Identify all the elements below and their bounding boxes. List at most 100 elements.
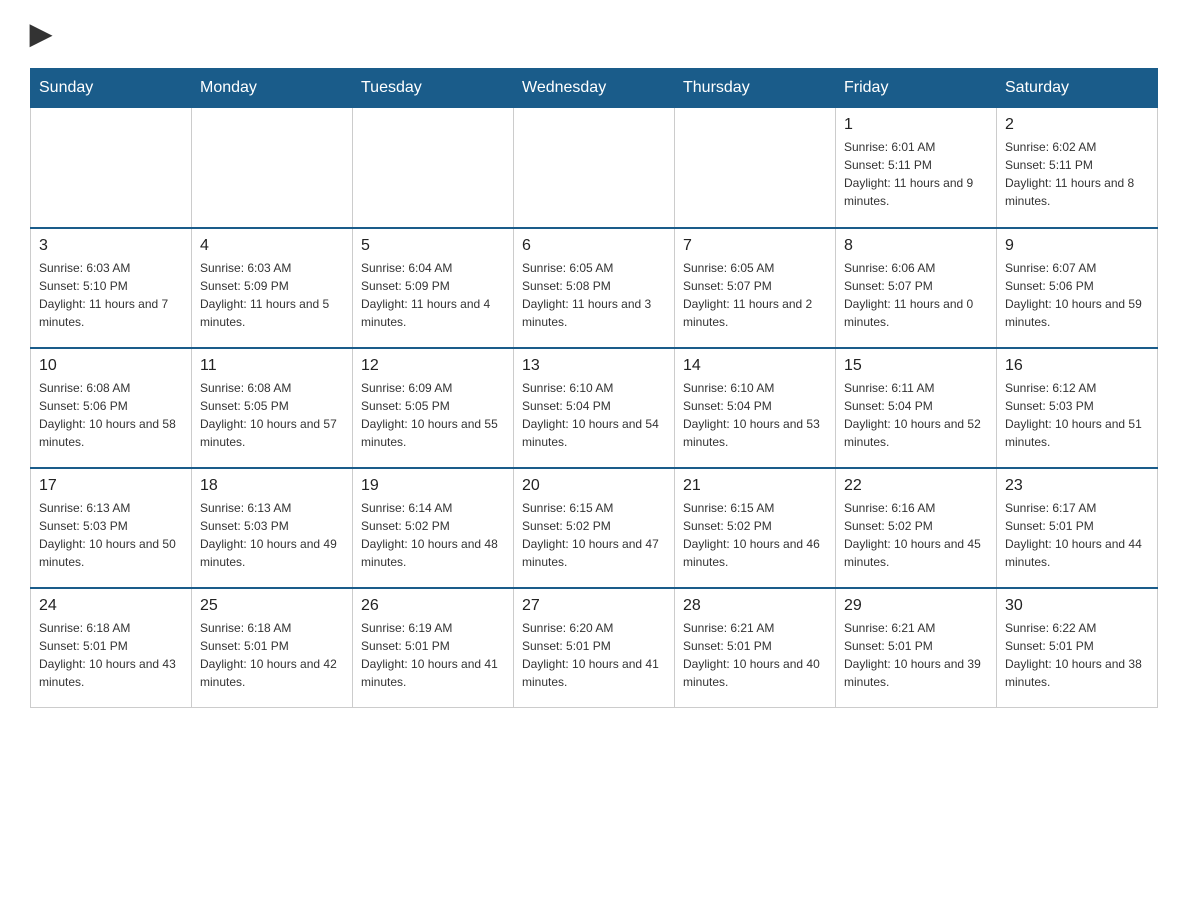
day-info: Sunrise: 6:19 AMSunset: 5:01 PMDaylight:…	[361, 619, 505, 691]
day-number: 25	[200, 597, 344, 615]
day-info: Sunrise: 6:16 AMSunset: 5:02 PMDaylight:…	[844, 499, 988, 571]
day-number: 12	[361, 357, 505, 375]
day-info: Sunrise: 6:10 AMSunset: 5:04 PMDaylight:…	[683, 379, 827, 451]
day-info: Sunrise: 6:09 AMSunset: 5:05 PMDaylight:…	[361, 379, 505, 451]
day-info: Sunrise: 6:21 AMSunset: 5:01 PMDaylight:…	[844, 619, 988, 691]
calendar-cell: 27Sunrise: 6:20 AMSunset: 5:01 PMDayligh…	[514, 588, 675, 708]
calendar-cell: 21Sunrise: 6:15 AMSunset: 5:02 PMDayligh…	[675, 468, 836, 588]
day-number: 23	[1005, 477, 1149, 495]
calendar-week-1: 1Sunrise: 6:01 AMSunset: 5:11 PMDaylight…	[31, 108, 1158, 228]
day-number: 6	[522, 237, 666, 255]
logo-general-text: ▶	[30, 20, 52, 48]
calendar-cell: 9 Sunrise: 6:07 AMSunset: 5:06 PMDaylight…	[997, 228, 1158, 348]
logo: ▶	[30, 20, 52, 48]
day-number: 28	[683, 597, 827, 615]
calendar-cell: 16 Sunrise: 6:12 AMSunset: 5:03 PMDayligh…	[997, 348, 1158, 468]
calendar-cell: 23Sunrise: 6:17 AMSunset: 5:01 PMDayligh…	[997, 468, 1158, 588]
day-number: 11	[200, 357, 344, 375]
calendar-cell	[675, 108, 836, 228]
day-info: Sunrise: 6:02 AMSunset: 5:11 PMDaylight:…	[1005, 138, 1149, 210]
day-number: 18	[200, 477, 344, 495]
day-number: 17	[39, 477, 183, 495]
calendar-week-2: 3 Sunrise: 6:03 AMSunset: 5:10 PMDaylight…	[31, 228, 1158, 348]
calendar-cell	[353, 108, 514, 228]
day-info: Sunrise: 6:05 AMSunset: 5:08 PMDaylight:…	[522, 259, 666, 331]
day-info: Sunrise: 6:06 AMSunset: 5:07 PMDaylight:…	[844, 259, 988, 331]
calendar-cell: 18 Sunrise: 6:13 AMSunset: 5:03 PMDayligh…	[192, 468, 353, 588]
calendar-cell: 28 Sunrise: 6:21 AMSunset: 5:01 PMDayligh…	[675, 588, 836, 708]
day-number: 4	[200, 237, 344, 255]
day-number: 5	[361, 237, 505, 255]
day-info: Sunrise: 6:11 AMSunset: 5:04 PMDaylight:…	[844, 379, 988, 451]
day-number: 27	[522, 597, 666, 615]
calendar-cell: 1Sunrise: 6:01 AMSunset: 5:11 PMDaylight…	[836, 108, 997, 228]
calendar-cell: 11 Sunrise: 6:08 AMSunset: 5:05 PMDayligh…	[192, 348, 353, 468]
day-number: 7	[683, 237, 827, 255]
header-tuesday: Tuesday	[353, 69, 514, 108]
header-monday: Monday	[192, 69, 353, 108]
day-number: 2	[1005, 116, 1149, 134]
calendar-cell: 24Sunrise: 6:18 AMSunset: 5:01 PMDayligh…	[31, 588, 192, 708]
day-number: 8	[844, 237, 988, 255]
header-wednesday: Wednesday	[514, 69, 675, 108]
day-info: Sunrise: 6:03 AMSunset: 5:10 PMDaylight:…	[39, 259, 183, 331]
calendar-week-4: 17 Sunrise: 6:13 AMSunset: 5:03 PMDayligh…	[31, 468, 1158, 588]
header-sunday: Sunday	[31, 69, 192, 108]
day-info: Sunrise: 6:08 AMSunset: 5:05 PMDaylight:…	[200, 379, 344, 451]
calendar-cell: 15 Sunrise: 6:11 AMSunset: 5:04 PMDayligh…	[836, 348, 997, 468]
calendar-cell: 14 Sunrise: 6:10 AMSunset: 5:04 PMDayligh…	[675, 348, 836, 468]
calendar-cell	[31, 108, 192, 228]
day-number: 24	[39, 597, 183, 615]
day-number: 19	[361, 477, 505, 495]
day-number: 21	[683, 477, 827, 495]
day-info: Sunrise: 6:10 AMSunset: 5:04 PMDaylight:…	[522, 379, 666, 451]
calendar-table: SundayMondayTuesdayWednesdayThursdayFrid…	[30, 68, 1158, 708]
calendar-cell: 19 Sunrise: 6:14 AMSunset: 5:02 PMDayligh…	[353, 468, 514, 588]
day-info: Sunrise: 6:03 AMSunset: 5:09 PMDaylight:…	[200, 259, 344, 331]
calendar-cell: 4 Sunrise: 6:03 AMSunset: 5:09 PMDaylight…	[192, 228, 353, 348]
calendar-cell: 22 Sunrise: 6:16 AMSunset: 5:02 PMDayligh…	[836, 468, 997, 588]
day-info: Sunrise: 6:15 AMSunset: 5:02 PMDaylight:…	[522, 499, 666, 571]
calendar-cell: 26 Sunrise: 6:19 AMSunset: 5:01 PMDayligh…	[353, 588, 514, 708]
calendar-cell: 6 Sunrise: 6:05 AMSunset: 5:08 PMDaylight…	[514, 228, 675, 348]
calendar-cell: 30Sunrise: 6:22 AMSunset: 5:01 PMDayligh…	[997, 588, 1158, 708]
day-number: 9	[1005, 237, 1149, 255]
calendar-header-row: SundayMondayTuesdayWednesdayThursdayFrid…	[31, 69, 1158, 108]
day-number: 16	[1005, 357, 1149, 375]
day-info: Sunrise: 6:22 AMSunset: 5:01 PMDaylight:…	[1005, 619, 1149, 691]
page-header: ▶	[30, 20, 1158, 48]
calendar-cell: 8 Sunrise: 6:06 AMSunset: 5:07 PMDaylight…	[836, 228, 997, 348]
calendar-cell: 25 Sunrise: 6:18 AMSunset: 5:01 PMDayligh…	[192, 588, 353, 708]
calendar-cell: 29Sunrise: 6:21 AMSunset: 5:01 PMDayligh…	[836, 588, 997, 708]
day-info: Sunrise: 6:01 AMSunset: 5:11 PMDaylight:…	[844, 138, 988, 210]
calendar-cell: 13 Sunrise: 6:10 AMSunset: 5:04 PMDayligh…	[514, 348, 675, 468]
day-number: 15	[844, 357, 988, 375]
header-thursday: Thursday	[675, 69, 836, 108]
header-friday: Friday	[836, 69, 997, 108]
calendar-cell: 2 Sunrise: 6:02 AMSunset: 5:11 PMDaylight…	[997, 108, 1158, 228]
calendar-cell: 10Sunrise: 6:08 AMSunset: 5:06 PMDayligh…	[31, 348, 192, 468]
day-number: 3	[39, 237, 183, 255]
calendar-cell: 12 Sunrise: 6:09 AMSunset: 5:05 PMDayligh…	[353, 348, 514, 468]
day-info: Sunrise: 6:05 AMSunset: 5:07 PMDaylight:…	[683, 259, 827, 331]
calendar-cell: 7 Sunrise: 6:05 AMSunset: 5:07 PMDaylight…	[675, 228, 836, 348]
calendar-cell	[514, 108, 675, 228]
day-number: 10	[39, 357, 183, 375]
day-info: Sunrise: 6:18 AMSunset: 5:01 PMDaylight:…	[200, 619, 344, 691]
day-info: Sunrise: 6:12 AMSunset: 5:03 PMDaylight:…	[1005, 379, 1149, 451]
calendar-cell: 3 Sunrise: 6:03 AMSunset: 5:10 PMDaylight…	[31, 228, 192, 348]
calendar-week-5: 24 Sunrise: 6:18 AMSunset: 5:01 PMDayligh…	[31, 588, 1158, 708]
header-saturday: Saturday	[997, 69, 1158, 108]
day-info: Sunrise: 6:13 AMSunset: 5:03 PMDaylight:…	[200, 499, 344, 571]
day-number: 13	[522, 357, 666, 375]
day-number: 26	[361, 597, 505, 615]
day-number: 20	[522, 477, 666, 495]
day-info: Sunrise: 6:14 AMSunset: 5:02 PMDaylight:…	[361, 499, 505, 571]
day-number: 14	[683, 357, 827, 375]
day-info: Sunrise: 6:07 AMSunset: 5:06 PMDaylight:…	[1005, 259, 1149, 331]
calendar-cell: 17Sunrise: 6:13 AMSunset: 5:03 PMDayligh…	[31, 468, 192, 588]
day-number: 22	[844, 477, 988, 495]
calendar-cell: 5Sunrise: 6:04 AMSunset: 5:09 PMDaylight…	[353, 228, 514, 348]
day-info: Sunrise: 6:21 AMSunset: 5:01 PMDaylight:…	[683, 619, 827, 691]
calendar-cell: 20 Sunrise: 6:15 AMSunset: 5:02 PMDayligh…	[514, 468, 675, 588]
